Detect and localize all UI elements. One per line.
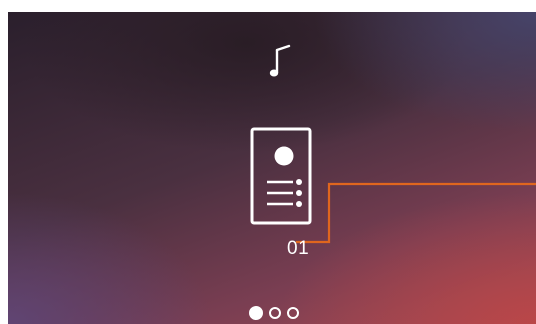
door-entry-panel-icon[interactable] (249, 127, 315, 227)
page-dot-3[interactable] (287, 307, 299, 319)
frame: 01 (0, 0, 536, 324)
page-dot-1[interactable] (249, 306, 263, 320)
page-dot-2[interactable] (269, 307, 281, 319)
music-note-icon[interactable] (266, 42, 296, 82)
page-indicator (249, 305, 299, 321)
device-screen: 01 (8, 12, 536, 324)
device-number-label: 01 (287, 238, 310, 259)
